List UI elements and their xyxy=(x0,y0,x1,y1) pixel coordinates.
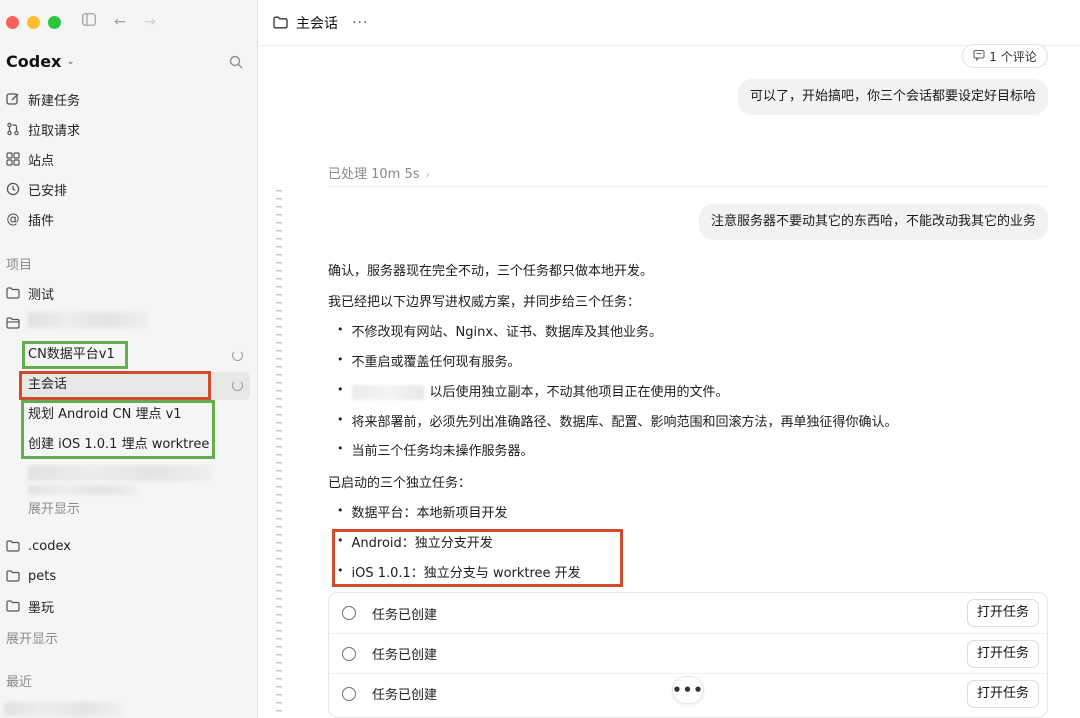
more-actions-button[interactable]: ••• xyxy=(672,676,704,704)
project-label: 测试 xyxy=(28,287,55,303)
folder-icon xyxy=(6,286,20,300)
app-switcher[interactable]: Codex ⌄ xyxy=(6,52,75,71)
project-redacted[interactable] xyxy=(6,310,20,336)
list-item: • 当前三个任务均未操作服务器。 xyxy=(337,442,534,459)
assistant-paragraph: 已启动的三个独立任务： xyxy=(328,476,472,491)
list-item: • 不修改现有网站、Nginx、证书、数据库及其他业务。 xyxy=(337,323,663,340)
list-item: • 不重启或覆盖任何现有服务。 xyxy=(337,353,521,370)
project-label: pets xyxy=(28,568,57,584)
at-plugin-icon: @ xyxy=(6,211,20,227)
divider xyxy=(328,186,1048,187)
grid-icon xyxy=(6,152,20,166)
sidebar-toggle-icon[interactable] xyxy=(82,13,96,31)
task-label: 任务已创建 xyxy=(372,688,438,703)
nav-label: 已安排 xyxy=(28,183,68,199)
sidebar: ← → Codex ⌄ 新建任务 拉取请求 站点 已安排 @ 插件 项目 测试 … xyxy=(0,0,258,718)
annotation-red-box xyxy=(332,529,623,587)
list-item: • 以后使用独立副本，不动其他项目正在使用的文件。 xyxy=(337,383,729,400)
nav-label: 站点 xyxy=(28,153,55,169)
minimize-window-button[interactable] xyxy=(27,16,40,29)
folder-icon xyxy=(6,599,20,613)
redacted-recent-item xyxy=(4,702,122,716)
nav-new-task[interactable]: 新建任务 xyxy=(6,86,80,112)
project-pets[interactable]: pets xyxy=(6,563,56,589)
task-status-icon xyxy=(342,646,356,661)
folder-icon xyxy=(6,539,20,553)
redacted-text xyxy=(351,385,424,400)
nav-label: 新建任务 xyxy=(28,93,81,109)
expand-threads-link[interactable]: 展开显示 xyxy=(28,498,80,517)
pull-request-icon xyxy=(6,122,20,136)
recent-section-label: 最近 xyxy=(6,675,33,690)
comment-icon xyxy=(973,49,985,64)
annotation-green-box xyxy=(22,341,128,369)
comment-chip[interactable]: 1 个评论 xyxy=(962,44,1048,68)
conversation-title: 主会话 xyxy=(296,15,338,32)
projects-section-label: 项目 xyxy=(6,258,33,273)
window-controls xyxy=(6,16,61,29)
annotation-red-box xyxy=(19,371,211,400)
annotation-green-box xyxy=(21,400,215,459)
nav-label: 插件 xyxy=(28,213,55,229)
loading-spinner-icon xyxy=(232,380,243,391)
forward-arrow-icon[interactable]: → xyxy=(144,13,156,31)
open-task-button[interactable]: 打开任务 xyxy=(966,639,1039,668)
redacted-thread xyxy=(28,485,138,495)
list-item: • 将来部署前，必须先列出准确路径、数据库、配置、影响范围和回滚方法，再单独征得你… xyxy=(337,413,898,430)
user-message: 可以了，开始搞吧，你三个会话都要设定好目标哈 xyxy=(737,79,1048,115)
chevron-down-icon: ⌄ xyxy=(66,56,75,67)
clock-icon xyxy=(6,182,20,196)
nav-label: 拉取请求 xyxy=(28,123,81,139)
processed-label: 已处理 10m 5s xyxy=(328,167,420,182)
timeline-rail xyxy=(276,190,282,718)
task-status-icon xyxy=(342,686,356,701)
open-task-button[interactable]: 打开任务 xyxy=(966,679,1039,708)
redacted-thread xyxy=(28,465,212,481)
back-arrow-icon[interactable]: ← xyxy=(114,13,126,31)
nav-plugins[interactable]: @ 插件 xyxy=(6,206,55,232)
nav-pull-requests[interactable]: 拉取请求 xyxy=(6,116,80,142)
project-mowan[interactable]: 墨玩 xyxy=(6,593,54,619)
task-row: 任务已创建 打开任务 xyxy=(329,633,1047,673)
search-icon[interactable] xyxy=(229,55,243,69)
task-label: 任务已创建 xyxy=(372,648,438,663)
expand-projects-link[interactable]: 展开显示 xyxy=(6,628,58,647)
list-item: • 数据平台：本地新项目开发 xyxy=(337,504,508,521)
folder-open-icon xyxy=(6,316,20,330)
processed-toggle[interactable]: 已处理 10m 5s › xyxy=(328,163,430,182)
open-task-button[interactable]: 打开任务 xyxy=(966,599,1039,627)
project-test[interactable]: 测试 xyxy=(6,280,54,306)
project-label: .codex xyxy=(28,538,71,554)
task-status-icon xyxy=(342,606,356,620)
nav-sites[interactable]: 站点 xyxy=(6,146,54,172)
zoom-window-button[interactable] xyxy=(48,16,61,29)
folder-icon xyxy=(273,16,288,29)
app-title: Codex xyxy=(6,52,62,71)
nav-scheduled[interactable]: 已安排 xyxy=(6,176,67,202)
folder-icon xyxy=(6,569,20,583)
project-label: 墨玩 xyxy=(28,600,55,616)
chevron-right-icon: › xyxy=(425,168,430,181)
project-codex[interactable]: .codex xyxy=(6,533,71,559)
edit-icon xyxy=(6,92,20,106)
redacted-project-name xyxy=(28,312,148,328)
user-message: 注意服务器不要动其它的东西哈，不能改动我其它的业务 xyxy=(698,204,1048,240)
comment-count: 1 个评论 xyxy=(989,49,1037,64)
task-label: 任务已创建 xyxy=(372,607,438,623)
assistant-paragraph: 确认，服务器现在完全不动，三个任务都只做本地开发。 xyxy=(328,264,654,279)
task-row: 任务已创建 打开任务 xyxy=(329,593,1047,633)
conversation-header: 主会话 ··· xyxy=(259,0,1080,46)
more-options-button[interactable]: ··· xyxy=(352,15,368,31)
close-window-button[interactable] xyxy=(6,16,19,29)
assistant-paragraph: 我已经把以下边界写进权威方案，并同步给三个任务： xyxy=(328,295,641,310)
loading-spinner-icon xyxy=(232,350,243,361)
